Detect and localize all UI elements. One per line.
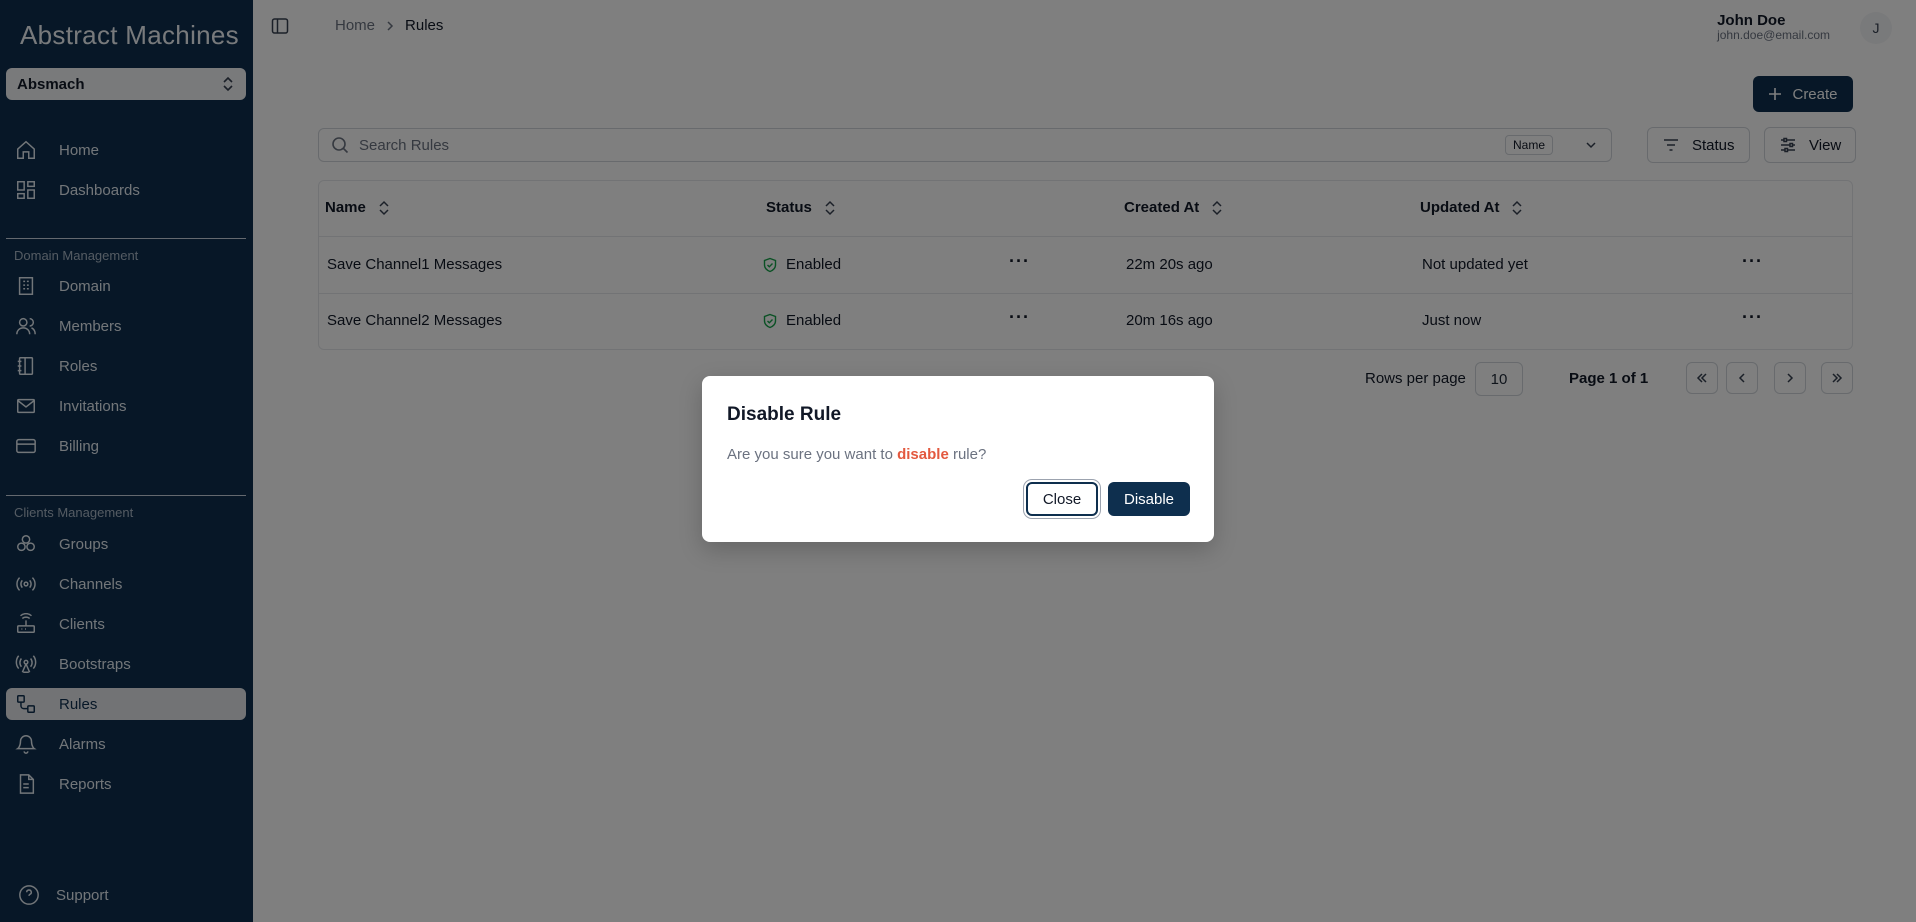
disable-rule-dialog: Disable Rule Are you sure you want to di…	[702, 376, 1214, 542]
dialog-message-accent: disable	[897, 446, 949, 463]
dialog-message: Are you sure you want to disable rule?	[727, 446, 987, 463]
close-button[interactable]: Close	[1026, 482, 1098, 516]
dialog-title: Disable Rule	[727, 404, 842, 425]
disable-button[interactable]: Disable	[1108, 482, 1190, 516]
